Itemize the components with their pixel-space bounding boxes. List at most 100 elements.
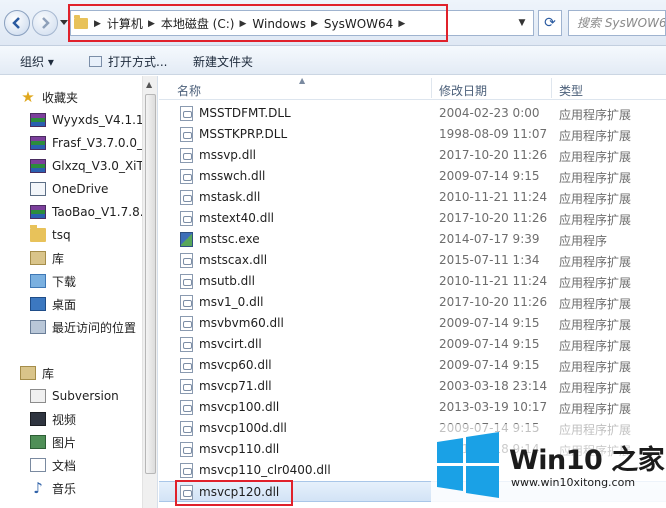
nav-favorites[interactable]: ★ 收藏夹 <box>20 87 157 107</box>
new-folder-button[interactable]: 新建文件夹 <box>193 53 253 70</box>
file-type: 应用程序扩展 <box>559 339 632 353</box>
column-divider[interactable] <box>431 78 432 98</box>
nav-item-taobao[interactable]: TaoBao_V1.7.8.0 <box>30 202 142 222</box>
file-date-modified: 2017-10-20 11:26 <box>439 148 548 162</box>
archive-icon <box>30 205 46 219</box>
refresh-icon: ⟳ <box>544 15 556 31</box>
file-row[interactable]: MSSTDFMT.DLL 2004-02-23 0:00 应用程序扩展 <box>159 103 666 124</box>
windows-logo-icon <box>437 432 499 498</box>
file-name: msvcp100.dll <box>199 400 280 414</box>
file-type: 应用程序扩展 <box>559 276 632 290</box>
file-type: 应用程序扩展 <box>559 402 632 416</box>
nav-label: Glxzq_V3.0_XiTongZhiJia <box>52 159 142 173</box>
file-name: mstsc.exe <box>199 232 260 246</box>
nav-label: 收藏夹 <box>42 90 79 105</box>
file-name: MSSTKPRP.DLL <box>199 127 288 141</box>
file-type: 应用程序扩展 <box>559 129 632 143</box>
file-name: msvcp71.dll <box>199 379 272 393</box>
search-input[interactable]: 搜索 SysWOW64 <box>568 10 666 36</box>
back-button[interactable] <box>4 10 30 36</box>
history-dropdown-icon[interactable] <box>60 20 68 26</box>
address-highlight-frame <box>68 4 448 42</box>
file-type: 应用程序扩展 <box>559 360 632 374</box>
nav-item-subversion[interactable]: Subversion <box>30 386 142 406</box>
file-row[interactable]: msvcp71.dll 2003-03-18 23:14 应用程序扩展 <box>159 376 666 397</box>
open-with-label: 打开方式... <box>108 55 168 69</box>
nav-label: 下载 <box>52 274 77 289</box>
archive-icon <box>30 113 46 127</box>
dll-file-icon <box>180 316 193 331</box>
file-date-modified: 2017-10-20 11:26 <box>439 295 548 309</box>
forward-button[interactable] <box>32 10 58 36</box>
nav-label: 库 <box>42 366 55 381</box>
nav-item-recent-places[interactable]: 最近访问的位置 <box>30 317 142 337</box>
file-type: 应用程序扩展 <box>559 171 632 185</box>
open-with-button[interactable]: 打开方式... <box>89 53 167 70</box>
nav-item-library[interactable]: 库 <box>30 248 142 268</box>
file-row[interactable]: msv1_0.dll 2017-10-20 11:26 应用程序扩展 <box>159 292 666 313</box>
nav-libraries[interactable]: 库 <box>20 363 157 383</box>
file-name: msvcp110.dll <box>199 442 280 456</box>
file-name: msutb.dll <box>199 274 255 288</box>
nav-item-glxzq[interactable]: Glxzq_V3.0_XiTongZhiJia <box>30 156 142 176</box>
file-date-modified: 2010-11-21 11:24 <box>439 274 548 288</box>
nav-item-wyyxds[interactable]: Wyyxds_V4.1.1.1 <box>30 110 142 130</box>
file-date-modified: 2010-11-21 11:24 <box>439 190 548 204</box>
refresh-button[interactable]: ⟳ <box>538 10 562 36</box>
scroll-up-icon[interactable]: ▲ <box>146 80 152 89</box>
file-row[interactable]: mstask.dll 2010-11-21 11:24 应用程序扩展 <box>159 187 666 208</box>
file-name: msv1_0.dll <box>199 295 264 309</box>
file-type: 应用程序 <box>559 234 608 248</box>
nav-scrollbar[interactable]: ▲ <box>142 76 157 508</box>
sort-ascending-icon: ▲ <box>299 76 306 85</box>
nav-item-music[interactable]: ♪ 音乐 <box>30 478 142 498</box>
file-row[interactable]: msvbvm60.dll 2009-07-14 9:15 应用程序扩展 <box>159 313 666 334</box>
nav-item-tsq[interactable]: tsq <box>30 225 142 245</box>
column-name[interactable]: 名称 <box>177 82 201 99</box>
nav-label: Subversion <box>52 389 119 403</box>
application-icon <box>180 232 193 247</box>
nav-item-downloads[interactable]: 下载 <box>30 271 142 291</box>
column-divider[interactable] <box>551 78 552 98</box>
file-row[interactable]: MSSTKPRP.DLL 1998-08-09 11:07 应用程序扩展 <box>159 124 666 145</box>
nav-item-desktop[interactable]: 桌面 <box>30 294 142 314</box>
file-date-modified: 2004-02-23 0:00 <box>439 106 540 120</box>
nav-item-documents[interactable]: 文档 <box>30 455 142 475</box>
file-name: msvcp60.dll <box>199 358 272 372</box>
column-date-modified[interactable]: 修改日期 <box>439 82 487 99</box>
folder-icon <box>30 225 46 242</box>
column-type[interactable]: 类型 <box>559 82 583 99</box>
file-row[interactable]: msvcp60.dll 2009-07-14 9:15 应用程序扩展 <box>159 355 666 376</box>
dll-file-icon <box>180 190 193 205</box>
file-name: MSSTDFMT.DLL <box>199 106 291 120</box>
file-row[interactable]: msvcirt.dll 2009-07-14 9:15 应用程序扩展 <box>159 334 666 355</box>
organize-button[interactable]: 组织 ▾ <box>20 53 54 70</box>
download-folder-icon <box>30 274 46 288</box>
file-name: msswch.dll <box>199 169 266 183</box>
file-row[interactable]: msswch.dll 2009-07-14 9:15 应用程序扩展 <box>159 166 666 187</box>
file-date-modified: 2013-03-19 10:17 <box>439 400 548 414</box>
file-row[interactable]: mstscax.dll 2015-07-11 1:34 应用程序扩展 <box>159 250 666 271</box>
file-row[interactable]: msutb.dll 2010-11-21 11:24 应用程序扩展 <box>159 271 666 292</box>
nav-label: 库 <box>52 251 65 266</box>
star-icon: ★ <box>21 88 35 106</box>
nav-item-pictures[interactable]: 图片 <box>30 432 142 452</box>
file-row[interactable]: mstext40.dll 2017-10-20 11:26 应用程序扩展 <box>159 208 666 229</box>
dll-file-icon <box>180 169 193 184</box>
library-icon <box>30 251 46 265</box>
dll-file-icon <box>180 442 193 457</box>
nav-item-onedrive[interactable]: OneDrive <box>30 179 142 199</box>
nav-label: OneDrive <box>52 182 109 196</box>
nav-item-videos[interactable]: 视频 <box>30 409 142 429</box>
desktop-icon <box>30 297 46 311</box>
file-row[interactable]: mstsc.exe 2014-07-17 9:39 应用程序 <box>159 229 666 250</box>
scrollbar-thumb[interactable] <box>145 94 156 474</box>
file-type: 应用程序扩展 <box>559 381 632 395</box>
nav-label: 文档 <box>52 458 77 473</box>
back-arrow-icon <box>12 17 20 29</box>
library-icon <box>20 366 36 380</box>
address-dropdown-icon[interactable]: ▼ <box>512 11 532 35</box>
file-row[interactable]: msvcp100.dll 2013-03-19 10:17 应用程序扩展 <box>159 397 666 418</box>
file-row[interactable]: mssvp.dll 2017-10-20 11:26 应用程序扩展 <box>159 145 666 166</box>
nav-item-frasf[interactable]: Frasf_V3.7.0.0_XiTongZhiJia <box>30 133 142 153</box>
